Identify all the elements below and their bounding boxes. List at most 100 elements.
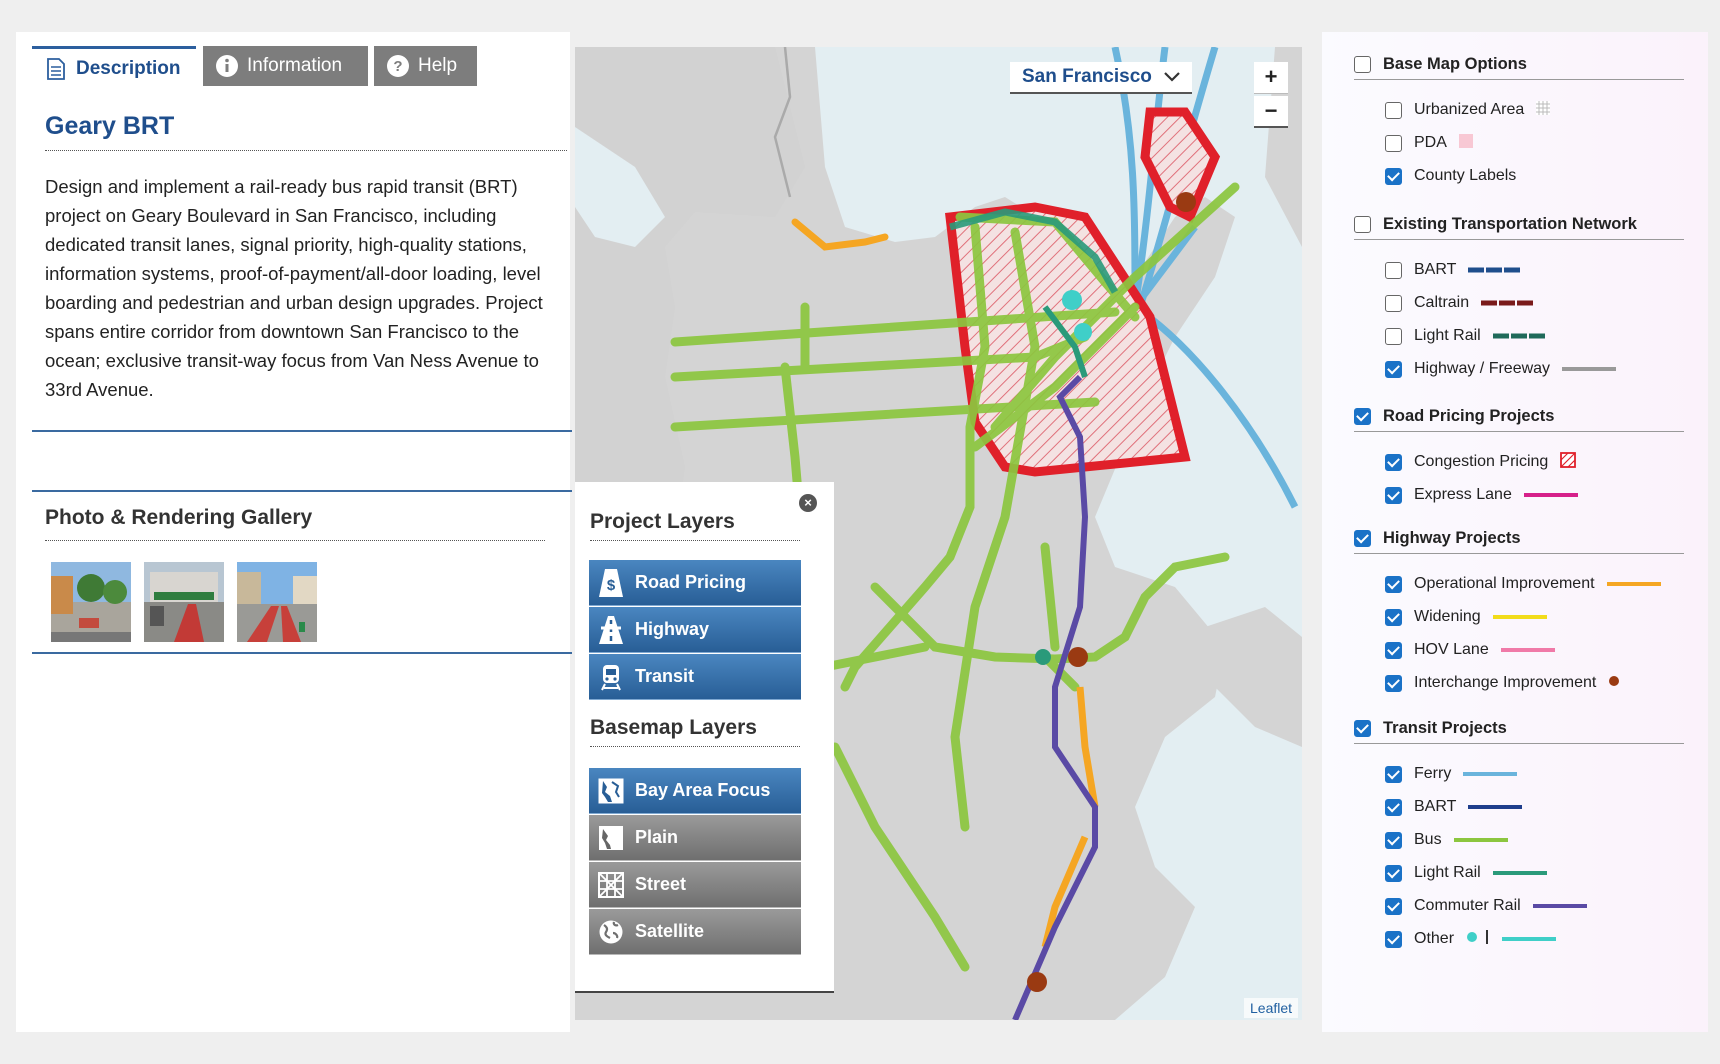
legend-item-commuter-rail[interactable]: Commuter Rail (1385, 894, 1587, 918)
gallery-photo[interactable] (144, 562, 224, 642)
checkbox[interactable] (1385, 641, 1402, 659)
train-icon (597, 663, 625, 691)
tab-label: Help (418, 55, 458, 76)
checkbox[interactable] (1354, 216, 1371, 233)
item-label: HOV Lane (1414, 641, 1489, 658)
svg-text:?: ? (393, 58, 402, 75)
checkbox[interactable] (1385, 134, 1402, 152)
checkbox[interactable] (1385, 294, 1402, 312)
legend-item-transit-bart[interactable]: BART (1385, 795, 1523, 819)
legend-item-transit-light-rail[interactable]: Light Rail (1385, 861, 1547, 885)
checkbox[interactable] (1385, 897, 1402, 915)
basemap-layers-title: Basemap Layers (590, 716, 800, 747)
legend-item-county-labels[interactable]: County Labels (1385, 164, 1516, 188)
legend-item-caltrain[interactable]: Caltrain (1385, 291, 1536, 315)
checkbox[interactable] (1385, 261, 1402, 279)
tab-help[interactable]: ? Help (374, 46, 477, 86)
city-select-value: San Francisco (1022, 66, 1152, 87)
layer-label: Satellite (635, 921, 705, 941)
gallery-photo[interactable] (237, 562, 317, 642)
legend-item-existing-bart[interactable]: BART (1385, 258, 1523, 282)
legend-item-operational-improvement[interactable]: Operational Improvement (1385, 572, 1661, 596)
legend-item-express-lane[interactable]: Express Lane (1385, 483, 1578, 507)
checkbox[interactable] (1385, 864, 1402, 882)
pda-swatch (1458, 133, 1473, 153)
legend-item-pda[interactable]: PDA (1385, 131, 1473, 155)
section-road-pricing-projects[interactable]: Road Pricing Projects (1354, 402, 1684, 432)
checkbox[interactable] (1385, 327, 1402, 345)
section-label: Road Pricing Projects (1383, 407, 1555, 425)
help-icon: ? (386, 54, 410, 78)
legend-item-widening[interactable]: Widening (1385, 605, 1547, 629)
bay-area-icon (597, 777, 625, 805)
basemap-plain-button[interactable]: Plain (589, 815, 801, 861)
legend-item-urbanized-area[interactable]: Urbanized Area (1385, 98, 1551, 122)
existing-light-rail-line (1492, 327, 1547, 345)
item-label: Caltrain (1414, 294, 1470, 311)
checkbox[interactable] (1385, 674, 1402, 692)
checkbox[interactable] (1385, 831, 1402, 849)
section-existing-transportation-network[interactable]: Existing Transportation Network (1354, 210, 1684, 240)
checkbox[interactable] (1385, 101, 1402, 119)
basemap-bay-area-focus-button[interactable]: Bay Area Focus (589, 768, 801, 814)
section-highway-projects[interactable]: Highway Projects (1354, 524, 1684, 554)
checkbox[interactable] (1354, 720, 1371, 737)
layer-label: Plain (635, 827, 679, 847)
legend-item-hov-lane[interactable]: HOV Lane (1385, 638, 1555, 662)
item-label: BART (1414, 261, 1457, 278)
item-label: Congestion Pricing (1414, 453, 1549, 470)
checkbox[interactable] (1385, 167, 1402, 185)
legend-item-ferry[interactable]: Ferry (1385, 762, 1518, 786)
city-select[interactable]: San Francisco (1010, 62, 1192, 94)
checkbox[interactable] (1385, 453, 1402, 471)
legend-panel: Base Map Options Urbanized Area PDA Coun… (1322, 32, 1708, 1032)
item-label: Other (1414, 930, 1455, 947)
item-label: Commuter Rail (1414, 897, 1521, 914)
layers-panel: × Project Layers $ Road Pricing Highway … (575, 482, 834, 993)
section-transit-projects[interactable]: Transit Projects (1354, 714, 1684, 744)
checkbox[interactable] (1385, 360, 1402, 378)
tab-description[interactable]: Description (32, 46, 196, 88)
zoom-out-button[interactable]: − (1254, 96, 1288, 128)
close-icon[interactable]: × (799, 494, 817, 512)
tab-label: Description (76, 57, 181, 79)
checkbox[interactable] (1385, 608, 1402, 626)
checkbox[interactable] (1354, 530, 1371, 547)
legend-item-highway-freeway[interactable]: Highway / Freeway (1385, 357, 1617, 381)
checkbox[interactable] (1354, 56, 1371, 73)
section-base-map-options[interactable]: Base Map Options (1354, 50, 1684, 80)
caltrain-line (1481, 294, 1536, 312)
checkbox[interactable] (1385, 486, 1402, 504)
congestion-pricing-swatch (1560, 451, 1577, 473)
item-label: Operational Improvement (1414, 575, 1595, 592)
layer-transit-button[interactable]: Transit (589, 654, 801, 700)
layer-label: Road Pricing (635, 572, 747, 592)
layer-highway-button[interactable]: Highway (589, 607, 801, 653)
checkbox[interactable] (1385, 798, 1402, 816)
legend-item-other[interactable]: Other (1385, 927, 1557, 951)
checkbox[interactable] (1354, 408, 1371, 425)
layer-label: Street (635, 874, 687, 894)
checkbox[interactable] (1385, 575, 1402, 593)
legend-item-interchange-improvement[interactable]: Interchange Improvement (1385, 671, 1620, 695)
basemap-satellite-button[interactable]: Satellite (589, 909, 801, 955)
zoom-in-button[interactable]: + (1254, 62, 1288, 94)
item-label: Highway / Freeway (1414, 360, 1551, 377)
item-label: Light Rail (1414, 327, 1481, 344)
legend-item-bus[interactable]: Bus (1385, 828, 1508, 852)
checkbox[interactable] (1385, 765, 1402, 783)
legend-item-existing-light-rail[interactable]: Light Rail (1385, 324, 1547, 348)
item-label: County Labels (1414, 167, 1517, 184)
checkbox[interactable] (1385, 930, 1402, 948)
express-lane-line (1523, 486, 1578, 504)
legend-item-congestion-pricing[interactable]: Congestion Pricing (1385, 450, 1577, 474)
layer-road-pricing-button[interactable]: $ Road Pricing (589, 560, 801, 606)
globe-icon (597, 918, 625, 946)
project-title: Geary BRT (45, 112, 175, 140)
map-attribution[interactable]: Leaflet (1244, 998, 1299, 1018)
project-description: Design and implement a rail-ready bus ra… (45, 176, 543, 400)
gallery-photo[interactable] (51, 562, 131, 642)
svg-text:$: $ (607, 577, 616, 594)
tab-information[interactable]: Information (203, 46, 368, 86)
basemap-street-button[interactable]: Street (589, 862, 801, 908)
